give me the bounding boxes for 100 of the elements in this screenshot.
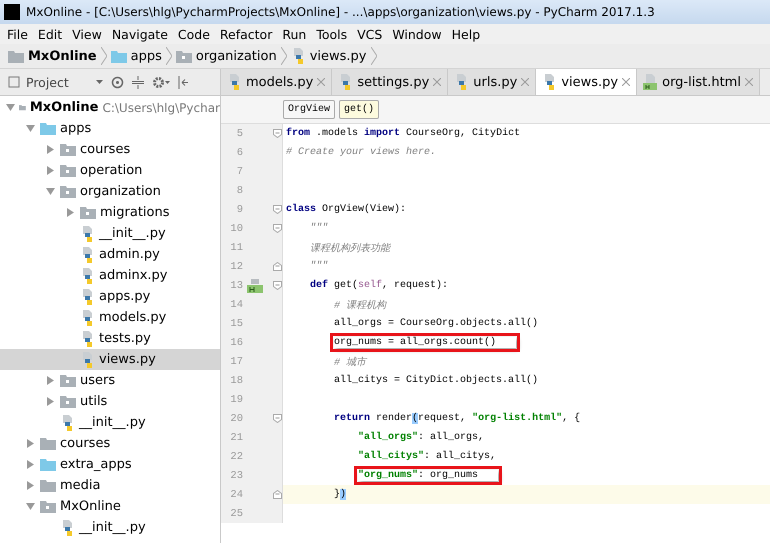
menu-item[interactable]: File bbox=[2, 26, 33, 42]
close-icon[interactable] bbox=[744, 78, 753, 86]
menu-item[interactable]: Help bbox=[446, 26, 486, 42]
tree-item[interactable]: organization bbox=[0, 181, 220, 202]
expanded-arrow-icon[interactable] bbox=[26, 502, 35, 511]
menu-item[interactable]: View bbox=[67, 26, 107, 42]
tree-item[interactable]: __init__.py bbox=[0, 223, 220, 244]
tree-item[interactable]: operation bbox=[0, 160, 220, 181]
editor-tab[interactable]: org-list.html bbox=[637, 69, 760, 95]
python-file-icon bbox=[80, 226, 95, 242]
editor-tab[interactable]: settings.py bbox=[332, 69, 448, 95]
menu-item[interactable]: Window bbox=[387, 26, 447, 42]
html-marker-icon[interactable] bbox=[247, 278, 263, 292]
settings-icon[interactable] bbox=[152, 76, 170, 88]
tree-item[interactable]: models.py bbox=[0, 307, 220, 328]
close-icon[interactable] bbox=[433, 78, 442, 86]
structure-crumb[interactable]: get() bbox=[339, 100, 380, 119]
tree-item[interactable]: courses bbox=[0, 433, 220, 454]
folder-icon bbox=[40, 122, 56, 135]
menu-item[interactable]: Run bbox=[277, 26, 312, 42]
code-line: """ bbox=[309, 223, 328, 234]
folder-icon bbox=[60, 185, 76, 198]
fold-end-icon[interactable] bbox=[273, 490, 282, 499]
tree-item[interactable]: MxOnline bbox=[0, 496, 220, 517]
crosshair-icon[interactable] bbox=[111, 76, 124, 88]
menu-item[interactable]: Navigate bbox=[106, 26, 173, 42]
tree-item[interactable]: __init__.py bbox=[0, 517, 220, 538]
tree-item[interactable]: adminx.py bbox=[0, 265, 220, 286]
close-icon[interactable] bbox=[521, 78, 530, 86]
collapsed-arrow-icon[interactable] bbox=[46, 397, 55, 406]
line-number: 16 bbox=[229, 336, 243, 348]
tree-item[interactable]: courses bbox=[0, 139, 220, 160]
menu-item[interactable]: Tools bbox=[311, 26, 352, 42]
collapsed-arrow-icon[interactable] bbox=[26, 481, 35, 490]
collapsed-arrow-icon[interactable] bbox=[46, 166, 55, 175]
folder-icon bbox=[80, 206, 96, 219]
python-file-icon bbox=[60, 520, 75, 536]
code-line: class OrgView(View): bbox=[285, 204, 406, 215]
line-number: 25 bbox=[229, 508, 243, 520]
tree-item[interactable]: extra_apps bbox=[0, 454, 220, 475]
folder-icon bbox=[60, 374, 76, 387]
tree-item[interactable]: apps.py bbox=[0, 286, 220, 307]
tree-item[interactable]: MxOnline C:\Users\hlg\Pychar bbox=[0, 97, 220, 118]
collapsed-arrow-icon[interactable] bbox=[26, 460, 35, 469]
collapse-icon[interactable] bbox=[132, 76, 144, 88]
python-file-icon bbox=[80, 330, 95, 346]
breadcrumb-item[interactable]: views.py bbox=[290, 48, 367, 64]
breadcrumb-item[interactable]: apps bbox=[110, 48, 162, 64]
window-title: MxOnline - [C:\Users\hlg\PycharmProjects\MxOnline] - ...\apps\organization\views.py - PyCharm 2017.1.3 bbox=[26, 5, 655, 19]
close-icon[interactable] bbox=[317, 78, 326, 86]
collapsed-arrow-icon[interactable] bbox=[46, 376, 55, 385]
chevron-icon bbox=[100, 47, 107, 65]
hide-panel-icon[interactable] bbox=[178, 76, 188, 88]
expanded-arrow-icon[interactable] bbox=[6, 103, 15, 112]
editor-tab[interactable]: views.py bbox=[536, 69, 638, 95]
editor-tab[interactable]: models.py bbox=[221, 69, 332, 95]
line-number: 23 bbox=[229, 470, 243, 482]
code-line: # 课程机构 bbox=[333, 298, 386, 312]
tree-item[interactable]: __init__.py bbox=[0, 412, 220, 433]
project-view-dropdown[interactable]: Project bbox=[8, 74, 103, 90]
tree-item[interactable]: admin.py bbox=[0, 244, 220, 265]
collapsed-arrow-icon[interactable] bbox=[46, 145, 55, 154]
menu-item[interactable]: Refactor bbox=[214, 26, 278, 42]
folder-icon bbox=[60, 395, 76, 408]
caret-icon bbox=[96, 80, 103, 84]
expanded-arrow-icon[interactable] bbox=[26, 124, 35, 133]
fold-start-icon[interactable] bbox=[273, 414, 282, 423]
line-number: 17 bbox=[229, 356, 243, 368]
line-number: 8 bbox=[236, 184, 243, 196]
menu-item[interactable]: VCS bbox=[352, 26, 388, 42]
tree-item[interactable]: users bbox=[0, 370, 220, 391]
tree-item[interactable]: views.py bbox=[0, 349, 220, 370]
breadcrumb-item[interactable]: organization bbox=[176, 48, 277, 64]
project-path: C:\Users\hlg\Pychar bbox=[102, 100, 220, 114]
tree-item[interactable]: media bbox=[0, 475, 220, 496]
folder-icon bbox=[110, 50, 127, 62]
tree-item[interactable]: utils bbox=[0, 391, 220, 412]
fold-start-icon[interactable] bbox=[273, 281, 282, 290]
expanded-arrow-icon[interactable] bbox=[46, 187, 55, 196]
code-line: }) bbox=[333, 489, 346, 500]
menu-item[interactable]: Code bbox=[172, 26, 215, 42]
line-number: 19 bbox=[229, 394, 243, 406]
line-number: 24 bbox=[229, 488, 243, 500]
collapsed-arrow-icon[interactable] bbox=[26, 439, 35, 448]
menu-item[interactable]: Edit bbox=[32, 26, 68, 42]
fold-start-icon[interactable] bbox=[273, 129, 282, 138]
editor-tab[interactable]: urls.py bbox=[448, 69, 536, 95]
structure-crumb[interactable]: OrgView bbox=[283, 100, 336, 119]
code-line: # Create your views here. bbox=[285, 147, 436, 158]
fold-end-icon[interactable] bbox=[273, 262, 282, 271]
python-file-icon bbox=[227, 74, 242, 90]
collapsed-arrow-icon[interactable] bbox=[66, 208, 75, 217]
tree-item[interactable]: apps bbox=[0, 118, 220, 139]
fold-start-icon[interactable] bbox=[273, 224, 282, 233]
fold-start-icon[interactable] bbox=[273, 205, 282, 214]
tree-item[interactable]: tests.py bbox=[0, 328, 220, 349]
breadcrumb-item[interactable]: MxOnline bbox=[8, 48, 97, 64]
line-number: 15 bbox=[229, 318, 243, 330]
close-icon[interactable] bbox=[622, 78, 630, 86]
tree-item[interactable]: migrations bbox=[0, 202, 220, 223]
